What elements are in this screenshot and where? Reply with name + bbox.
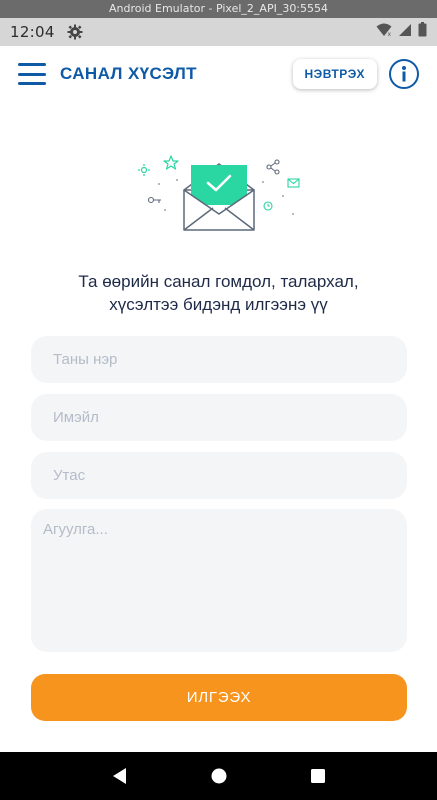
emulator-title-bar: Android Emulator - Pixel_2_API_30:5554: [0, 0, 437, 18]
menu-icon[interactable]: [18, 63, 46, 85]
status-icons: x: [376, 22, 427, 42]
email-field[interactable]: [31, 394, 407, 441]
intro-text: Та өөрийн санал гомдол, талархал, хүсэлт…: [30, 270, 407, 316]
status-time: 12:04: [10, 23, 55, 41]
login-button[interactable]: НЭВТРЭХ: [292, 59, 377, 89]
recents-icon[interactable]: [306, 764, 330, 788]
intro-line-2: хүсэлтээ бидэнд илгээнэ үү: [109, 295, 328, 314]
phone-field[interactable]: [31, 452, 407, 499]
info-icon[interactable]: [389, 59, 419, 89]
submit-button[interactable]: ИЛГЭЭХ: [31, 674, 407, 721]
status-bar: 12:04 x: [0, 18, 437, 46]
settings-icon: [67, 24, 83, 40]
page-title: САНАЛ ХҮСЭЛТ: [60, 64, 197, 83]
home-icon[interactable]: [207, 764, 231, 788]
battery-icon: [418, 22, 427, 42]
mail-icon: [287, 178, 300, 188]
intro-line-1: Та өөрийн санал гомдол, талархал,: [78, 272, 359, 291]
back-icon[interactable]: [108, 764, 132, 788]
name-field[interactable]: [31, 336, 407, 383]
wifi-icon: x: [376, 23, 392, 42]
sun-icon: [138, 164, 150, 176]
system-nav-bar: [0, 752, 437, 800]
login-button-label: НЭВТРЭХ: [304, 67, 365, 81]
star-icon: [163, 155, 179, 170]
emulator-title: Android Emulator - Pixel_2_API_30:5554: [108, 2, 329, 15]
clock-icon: [263, 201, 273, 211]
key-icon: [147, 196, 161, 204]
content-textarea[interactable]: [31, 509, 407, 652]
app-bar: САНАЛ ХҮСЭЛТ НЭВТРЭХ: [0, 46, 437, 102]
share-icon: [266, 159, 280, 175]
envelope-illustration: [133, 150, 305, 242]
svg-text:x: x: [388, 31, 392, 37]
signal-icon: [398, 23, 412, 42]
